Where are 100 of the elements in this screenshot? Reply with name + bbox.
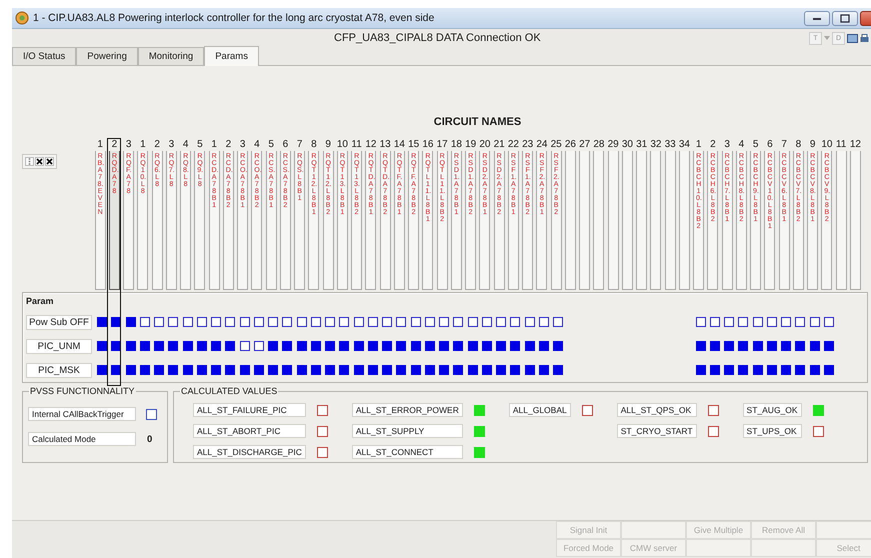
param-indicator[interactable] bbox=[154, 365, 164, 375]
param-indicator[interactable] bbox=[696, 365, 706, 375]
param-indicator[interactable] bbox=[296, 341, 307, 351]
param-indicator[interactable] bbox=[240, 341, 250, 351]
param-indicator[interactable] bbox=[538, 341, 549, 351]
param-indicator[interactable] bbox=[140, 365, 150, 375]
param-indicator[interactable] bbox=[225, 341, 236, 351]
param-indicator[interactable] bbox=[468, 341, 478, 351]
param-indicator[interactable] bbox=[182, 317, 193, 327]
param-indicator[interactable] bbox=[339, 317, 350, 327]
maximize-button[interactable] bbox=[832, 10, 858, 26]
param-indicator[interactable] bbox=[553, 341, 564, 351]
param-indicator[interactable] bbox=[254, 341, 264, 351]
tab[interactable]: Powering bbox=[76, 47, 138, 65]
param-indicator[interactable] bbox=[211, 365, 222, 375]
param-indicator[interactable] bbox=[795, 341, 806, 351]
param-indicator[interactable] bbox=[795, 365, 806, 375]
param-indicator[interactable] bbox=[710, 317, 720, 327]
param-indicator[interactable] bbox=[310, 317, 321, 327]
param-indicator[interactable] bbox=[196, 341, 207, 351]
param-indicator[interactable] bbox=[111, 317, 122, 327]
param-indicator[interactable] bbox=[439, 341, 450, 351]
printer-icon[interactable] bbox=[860, 34, 869, 42]
param-indicator[interactable] bbox=[168, 365, 178, 375]
param-indicator[interactable] bbox=[696, 341, 706, 351]
param-indicator[interactable] bbox=[368, 317, 378, 327]
tab[interactable]: Params bbox=[204, 46, 259, 66]
param-indicator[interactable] bbox=[439, 317, 450, 327]
param-indicator[interactable] bbox=[824, 365, 834, 375]
param-indicator[interactable] bbox=[254, 365, 264, 375]
param-indicator[interactable] bbox=[325, 365, 336, 375]
param-indicator[interactable] bbox=[354, 317, 364, 327]
param-indicator[interactable] bbox=[396, 365, 406, 375]
param-indicator[interactable] bbox=[126, 365, 136, 375]
param-indicator[interactable] bbox=[168, 341, 178, 351]
param-indicator[interactable] bbox=[382, 341, 392, 351]
param-indicator[interactable] bbox=[553, 317, 564, 327]
param-indicator[interactable] bbox=[196, 365, 207, 375]
param-indicator[interactable] bbox=[510, 341, 520, 351]
grip-icon[interactable] bbox=[25, 157, 34, 166]
param-indicator[interactable] bbox=[724, 365, 734, 375]
tab[interactable]: Monitoring bbox=[138, 47, 204, 65]
param-indicator[interactable] bbox=[824, 317, 834, 327]
param-indicator[interactable] bbox=[424, 317, 435, 327]
param-indicator[interactable] bbox=[482, 365, 492, 375]
param-indicator[interactable] bbox=[724, 317, 734, 327]
param-indicator[interactable] bbox=[296, 365, 307, 375]
param-indicator[interactable] bbox=[268, 365, 278, 375]
param-indicator[interactable] bbox=[154, 317, 164, 327]
param-indicator[interactable] bbox=[111, 341, 122, 351]
param-indicator[interactable] bbox=[766, 341, 777, 351]
param-indicator[interactable] bbox=[781, 317, 792, 327]
param-indicator[interactable] bbox=[396, 341, 406, 351]
param-indicator[interactable] bbox=[810, 365, 820, 375]
param-indicator[interactable] bbox=[482, 317, 492, 327]
param-indicator[interactable] bbox=[282, 341, 292, 351]
param-indicator[interactable] bbox=[710, 341, 720, 351]
param-indicator[interactable] bbox=[710, 365, 720, 375]
param-indicator[interactable] bbox=[453, 365, 464, 375]
param-indicator[interactable] bbox=[410, 317, 421, 327]
param-indicator[interactable] bbox=[696, 317, 706, 327]
param-indicator[interactable] bbox=[824, 341, 834, 351]
param-indicator[interactable] bbox=[126, 317, 136, 327]
param-indicator[interactable] bbox=[168, 317, 178, 327]
param-indicator[interactable] bbox=[382, 317, 392, 327]
minimize-button[interactable] bbox=[804, 10, 830, 26]
param-indicator[interactable] bbox=[268, 317, 278, 327]
param-indicator[interactable] bbox=[781, 365, 792, 375]
param-indicator[interactable] bbox=[524, 341, 535, 351]
param-indicator[interactable] bbox=[468, 365, 478, 375]
param-indicator[interactable] bbox=[111, 365, 122, 375]
param-indicator[interactable] bbox=[424, 365, 435, 375]
param-indicator[interactable] bbox=[553, 365, 564, 375]
param-indicator[interactable] bbox=[354, 365, 364, 375]
param-indicator[interactable] bbox=[126, 341, 136, 351]
param-indicator[interactable] bbox=[410, 341, 421, 351]
param-indicator[interactable] bbox=[496, 317, 506, 327]
param-indicator[interactable] bbox=[738, 365, 748, 375]
checkbox[interactable] bbox=[146, 408, 157, 420]
close-button[interactable] bbox=[860, 10, 871, 26]
param-indicator[interactable] bbox=[482, 341, 492, 351]
param-indicator[interactable] bbox=[282, 365, 292, 375]
param-indicator[interactable] bbox=[354, 341, 364, 351]
param-indicator[interactable] bbox=[182, 365, 193, 375]
param-indicator[interactable] bbox=[268, 341, 278, 351]
param-indicator[interactable] bbox=[453, 317, 464, 327]
tab[interactable]: I/O Status bbox=[12, 47, 76, 65]
param-indicator[interactable] bbox=[196, 317, 207, 327]
param-indicator[interactable] bbox=[325, 317, 336, 327]
param-indicator[interactable] bbox=[310, 341, 321, 351]
param-indicator[interactable] bbox=[752, 365, 763, 375]
close-icon[interactable] bbox=[45, 157, 54, 166]
param-indicator[interactable] bbox=[310, 365, 321, 375]
param-indicator[interactable] bbox=[810, 341, 820, 351]
param-indicator[interactable] bbox=[225, 365, 236, 375]
param-indicator[interactable] bbox=[453, 341, 464, 351]
param-indicator[interactable] bbox=[510, 317, 520, 327]
param-indicator[interactable] bbox=[795, 317, 806, 327]
param-indicator[interactable] bbox=[140, 317, 150, 327]
param-indicator[interactable] bbox=[240, 365, 250, 375]
